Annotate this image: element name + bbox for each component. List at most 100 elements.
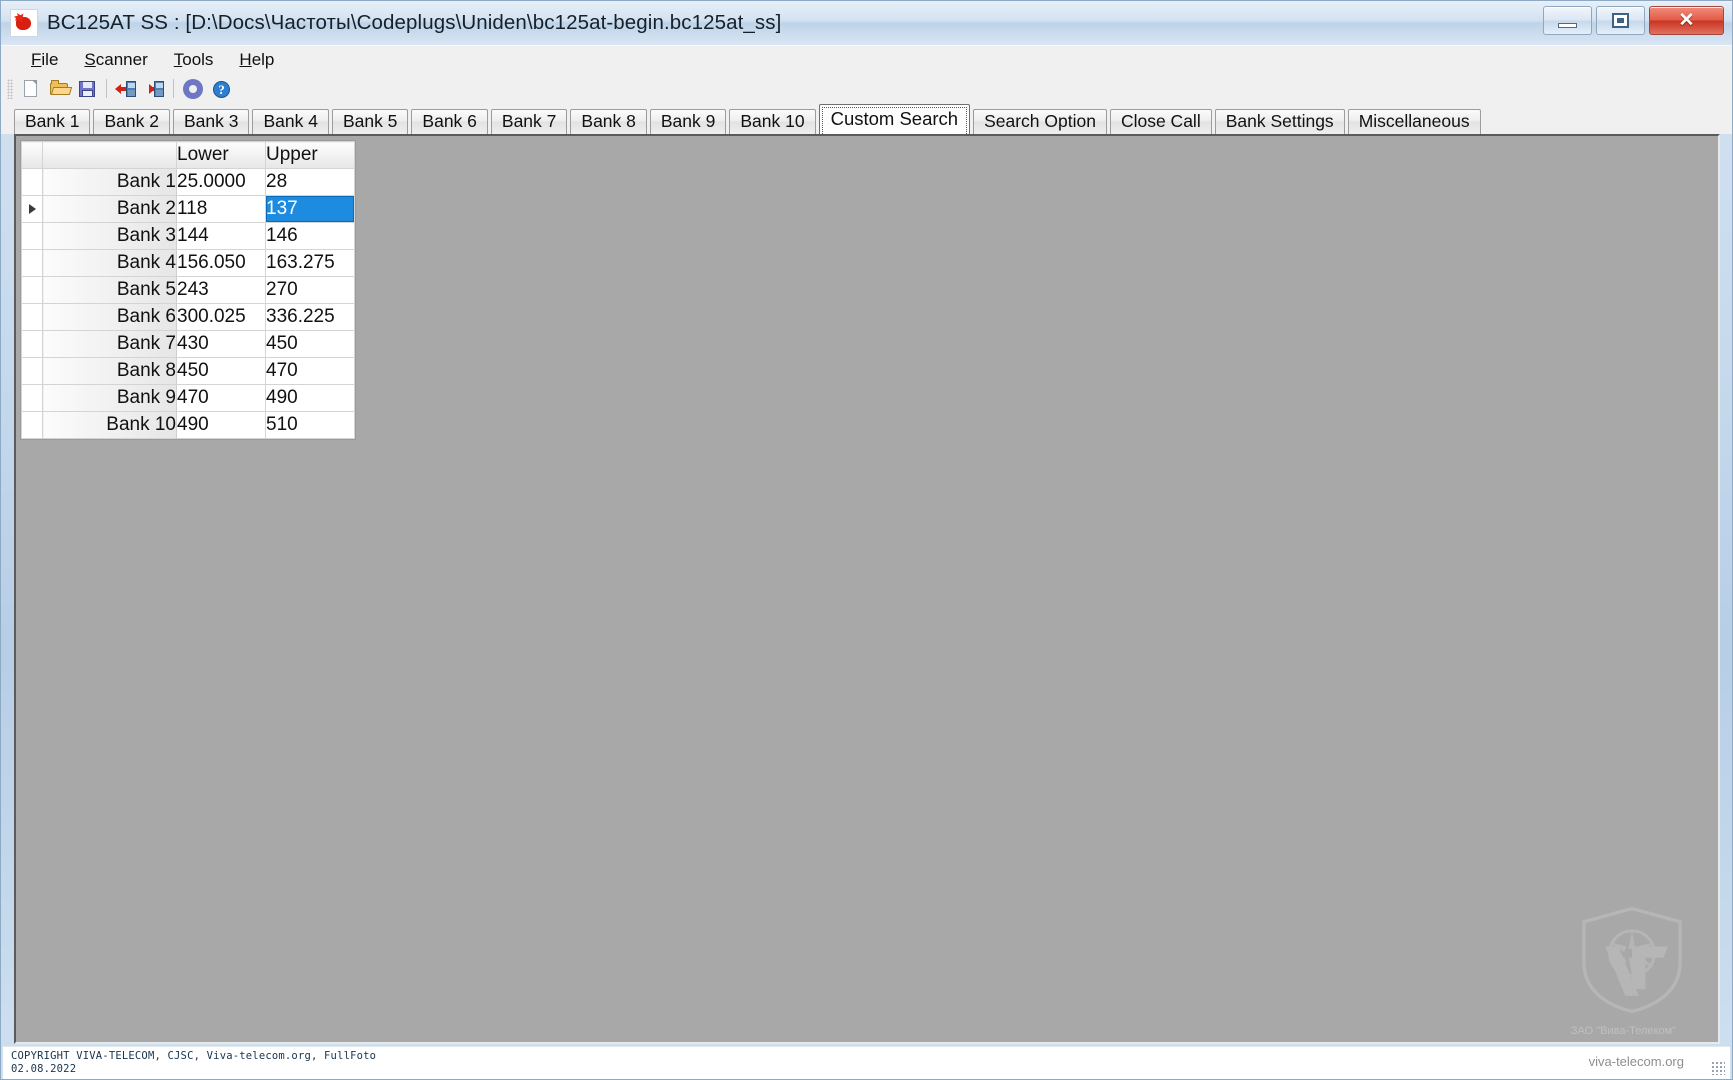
row-header-bank-10[interactable]: Bank 10: [42, 411, 177, 439]
menu-scanner-rest: canner: [95, 49, 148, 69]
row-header-bank-5[interactable]: Bank 5: [42, 276, 177, 304]
cell-bank-6-upper[interactable]: 336.225: [265, 303, 355, 331]
column-header-upper[interactable]: Upper: [265, 141, 355, 169]
cell-bank-3-lower[interactable]: 144: [176, 222, 266, 250]
tab-bank-9[interactable]: Bank 9: [649, 109, 727, 134]
maximize-button[interactable]: [1596, 6, 1645, 35]
cell-bank-10-lower[interactable]: 490: [176, 411, 266, 439]
table-row[interactable]: Bank 8 450 470: [21, 357, 355, 385]
row-header-bank-6[interactable]: Bank 6: [42, 303, 177, 331]
tab-bank-4[interactable]: Bank 4: [252, 109, 329, 134]
row-indicator: [21, 357, 43, 385]
row-header-bank-7[interactable]: Bank 7: [42, 330, 177, 358]
watermark-company-name: ЗАО "Вива-Телеком": [1570, 1025, 1677, 1037]
cell-bank-8-lower[interactable]: 450: [176, 357, 266, 385]
table-row[interactable]: Bank 2 118 137: [21, 195, 355, 223]
table-row[interactable]: Bank 9 470 490: [21, 384, 355, 412]
settings-button[interactable]: [180, 76, 206, 102]
menu-tools-accel: T: [173, 49, 183, 69]
cell-bank-3-upper[interactable]: 146: [265, 222, 355, 250]
tab-bank-8[interactable]: Bank 8: [570, 109, 647, 134]
row-header-bank-1[interactable]: Bank 1: [42, 168, 177, 196]
column-header-lower[interactable]: Lower: [176, 141, 266, 169]
cell-bank-10-upper[interactable]: 510: [265, 411, 355, 439]
new-file-button[interactable]: [18, 76, 44, 102]
minimize-button[interactable]: [1543, 6, 1592, 35]
tab-custom-search[interactable]: Custom Search: [818, 104, 971, 134]
table-row[interactable]: Bank 6 300.025 336.225: [21, 303, 355, 331]
row-indicator-current: [21, 195, 43, 223]
watermark-copyright-line2: 02.08.2022: [11, 1062, 77, 1075]
close-icon: ✕: [1678, 10, 1695, 31]
cell-bank-9-upper[interactable]: 490: [265, 384, 355, 412]
cell-bank-5-lower[interactable]: 243: [176, 276, 266, 304]
tab-bank-1[interactable]: Bank 1: [14, 109, 91, 134]
toolbar-grip[interactable]: [7, 78, 13, 99]
viva-telecom-shield-logo-icon: [1576, 904, 1688, 1016]
tab-search-option[interactable]: Search Option: [973, 109, 1107, 134]
save-file-button[interactable]: [74, 76, 100, 102]
open-file-button[interactable]: [46, 76, 72, 102]
table-row[interactable]: Bank 3 144 146: [21, 222, 355, 250]
table-row[interactable]: Bank 5 243 270: [21, 276, 355, 304]
tab-bank-2[interactable]: Bank 2: [93, 109, 170, 134]
help-button[interactable]: ?: [208, 76, 234, 102]
tab-bank-7[interactable]: Bank 7: [490, 109, 568, 134]
tab-page-custom-search: Lower Upper Bank 1 25.0000 28 Bank 2 118…: [14, 134, 1720, 1044]
row-header-bank-3[interactable]: Bank 3: [42, 222, 177, 250]
table-row[interactable]: Bank 10 490 510: [21, 411, 355, 439]
cell-bank-8-upper[interactable]: 470: [265, 357, 355, 385]
menu-file-accel: F: [31, 49, 42, 69]
row-header-bank-4[interactable]: Bank 4: [42, 249, 177, 277]
cell-bank-6-lower[interactable]: 300.025: [176, 303, 266, 331]
tab-bank-10[interactable]: Bank 10: [729, 109, 816, 134]
row-header-bank-9[interactable]: Bank 9: [42, 384, 177, 412]
cell-bank-1-upper[interactable]: 28: [265, 168, 355, 196]
grid-rowheader-corner: [42, 141, 177, 169]
write-to-scanner-button[interactable]: [141, 76, 167, 102]
question-mark-icon: ?: [213, 80, 230, 98]
custom-search-grid[interactable]: Lower Upper Bank 1 25.0000 28 Bank 2 118…: [20, 140, 356, 440]
read-from-scanner-button[interactable]: [113, 76, 139, 102]
menu-item-help[interactable]: Help: [226, 48, 287, 72]
menu-item-tools[interactable]: Tools: [161, 48, 227, 72]
open-folder-icon: [50, 79, 68, 95]
tab-miscellaneous[interactable]: Miscellaneous: [1347, 109, 1481, 134]
scanner-device-icon: [126, 80, 136, 97]
menu-scanner-accel: S: [84, 49, 96, 69]
save-floppy-icon: [79, 80, 95, 97]
scanner-app-icon: [10, 9, 38, 37]
cell-bank-9-lower[interactable]: 470: [176, 384, 266, 412]
tab-close-call[interactable]: Close Call: [1109, 109, 1212, 134]
minimize-icon: [1558, 23, 1577, 28]
cell-bank-2-lower[interactable]: 118: [176, 195, 266, 223]
tab-bank-3[interactable]: Bank 3: [172, 109, 250, 134]
table-row[interactable]: Bank 7 430 450: [21, 330, 355, 358]
tab-bank-settings[interactable]: Bank Settings: [1214, 109, 1345, 134]
cell-bank-5-upper[interactable]: 270: [265, 276, 355, 304]
tab-strip: Bank 1 Bank 2 Bank 3 Bank 4 Bank 5 Bank …: [1, 104, 1732, 134]
cell-bank-1-lower[interactable]: 25.0000: [176, 168, 266, 196]
menu-help-rest: elp: [251, 49, 275, 69]
cell-bank-2-upper[interactable]: 137: [265, 195, 355, 223]
toolbar-separator: [173, 79, 174, 98]
tab-bank-5[interactable]: Bank 5: [331, 109, 409, 134]
resize-grip[interactable]: [1711, 1061, 1725, 1075]
row-header-bank-2[interactable]: Bank 2: [42, 195, 177, 223]
watermark-company-text: ЗАО "Вива-Телеком": [1551, 1024, 1696, 1038]
cell-bank-7-lower[interactable]: 430: [176, 330, 266, 358]
tab-bank-6[interactable]: Bank 6: [411, 109, 488, 134]
cell-bank-7-upper[interactable]: 450: [265, 330, 355, 358]
table-row[interactable]: Bank 4 156.050 163.275: [21, 249, 355, 277]
cell-bank-4-upper[interactable]: 163.275: [265, 249, 355, 277]
row-indicator: [21, 222, 43, 250]
window-title: BC125AT SS : [D:\Docs\Частоты\Codeplugs\…: [47, 11, 782, 34]
cell-bank-4-lower[interactable]: 156.050: [176, 249, 266, 277]
table-row[interactable]: Bank 1 25.0000 28: [21, 168, 355, 196]
row-indicator: [21, 303, 43, 331]
close-button[interactable]: ✕: [1649, 6, 1724, 35]
menu-item-file[interactable]: File: [18, 48, 71, 72]
row-header-bank-8[interactable]: Bank 8: [42, 357, 177, 385]
title-bar: BC125AT SS : [D:\Docs\Частоты\Codeplugs\…: [1, 1, 1732, 45]
menu-item-scanner[interactable]: Scanner: [71, 48, 160, 72]
